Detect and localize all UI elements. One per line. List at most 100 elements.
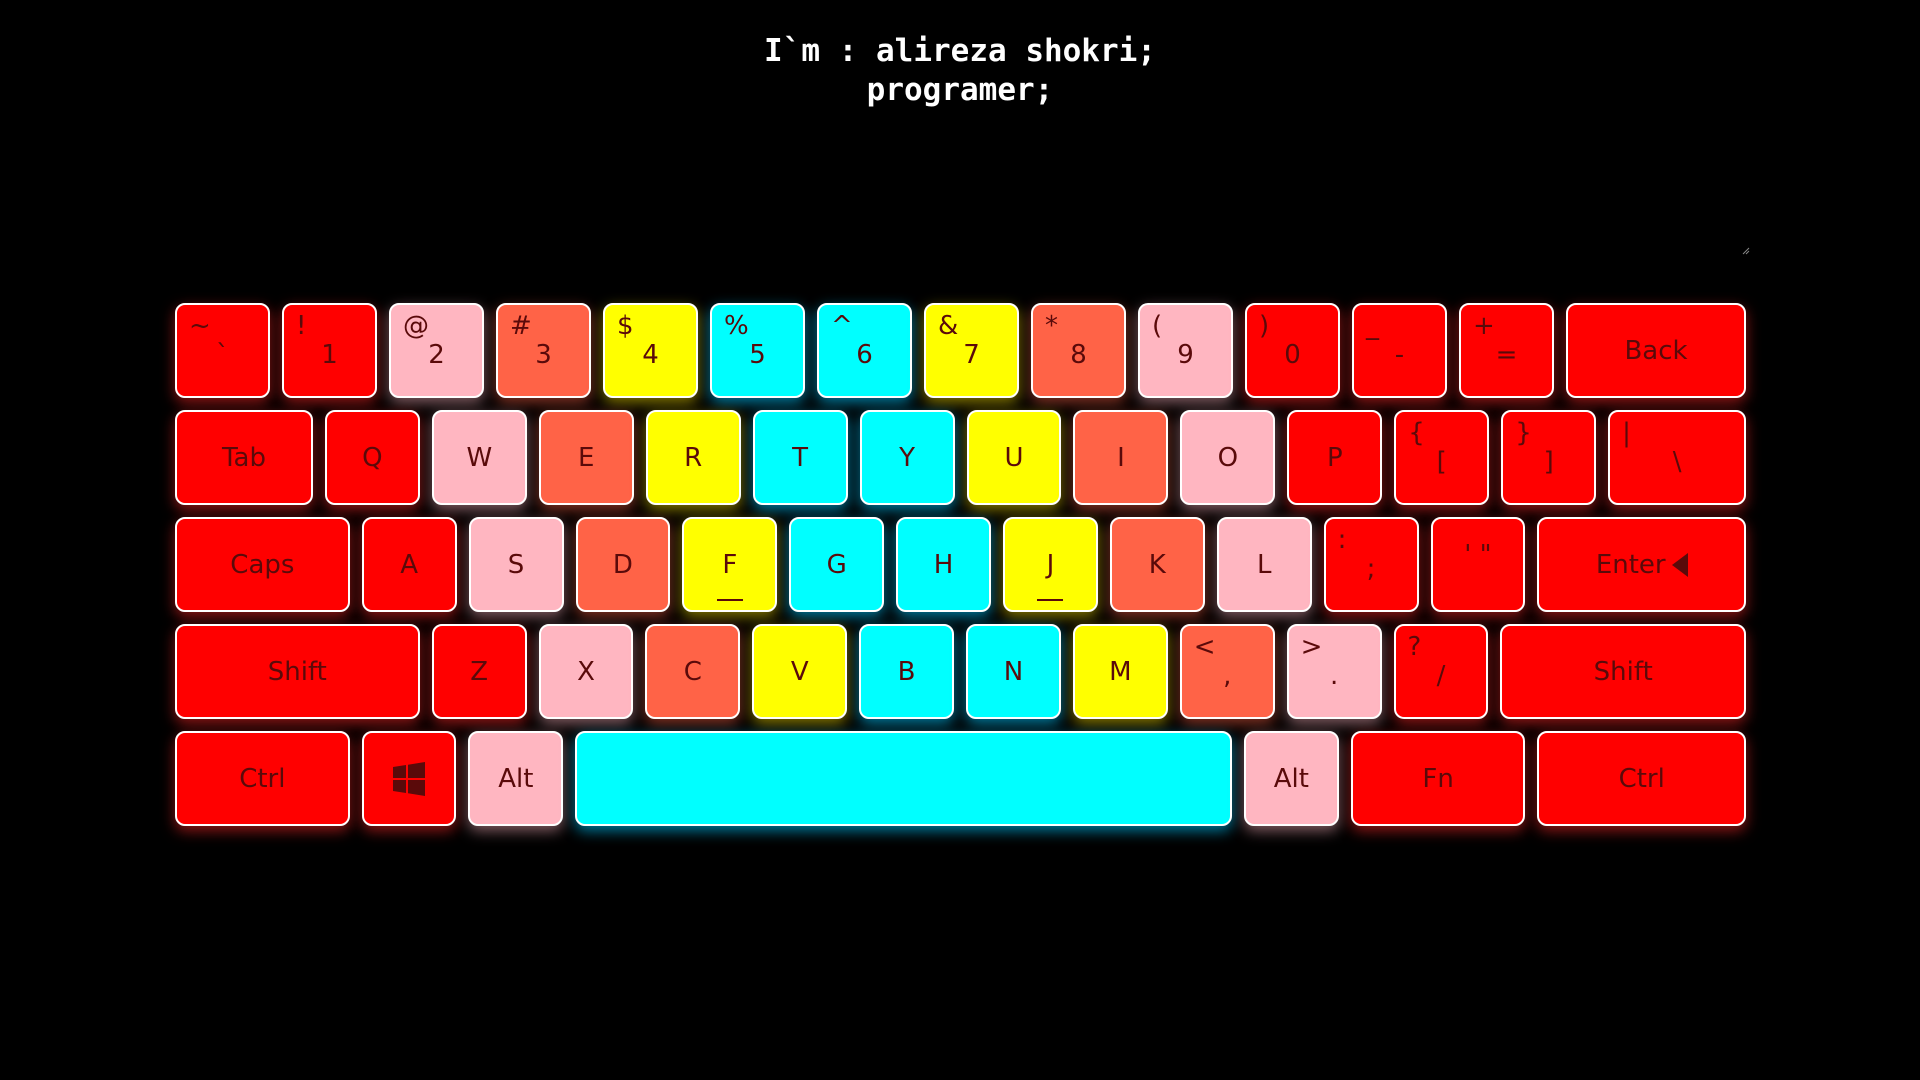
key-fn[interactable]: Fn [1350,731,1526,826]
key-7[interactable]: & 7 [924,303,1019,398]
key-2[interactable]: @ 2 [389,303,484,398]
key-d[interactable]: D [575,517,671,612]
key-o-label: O [1217,442,1239,473]
key-x[interactable]: X [538,624,634,719]
key-tab[interactable]: Tab [175,410,313,505]
key-g[interactable]: G [789,517,885,612]
key-t[interactable]: T [752,410,848,505]
key-left-shift-label: Shift [267,656,327,687]
key-f[interactable]: F [682,517,778,612]
key-backslash[interactable]: | \ [1608,410,1747,505]
key-backslash-label: \ [1672,447,1682,477]
key-comma[interactable]: < , [1179,624,1275,719]
key-y[interactable]: Y [859,410,955,505]
key-0-label: 0 [1284,340,1301,370]
key-q-label: Q [362,442,383,473]
key-j-label: J [1046,549,1055,580]
key-a-label: A [400,549,419,580]
key-b[interactable]: B [859,624,955,719]
keyboard-row-qwerty: Tab Q W E R T Y U I O P {[}] | \ [175,410,1747,505]
key-left-ctrl-label: Ctrl [239,763,286,794]
key-v[interactable]: V [752,624,848,719]
key-l[interactable]: L [1216,517,1312,612]
key-right-shift[interactable]: Shift [1500,624,1747,719]
typing-textarea[interactable] [175,150,1750,256]
key-a[interactable]: A [361,517,457,612]
key-v-label: V [790,656,809,687]
key-g-label: G [826,549,847,580]
key-backspace-label: Back [1624,335,1688,366]
key-left-alt[interactable]: Alt [468,731,564,826]
keyboard-row-home: Caps A S D F G H J K L: ; ' " Enter [175,517,1747,612]
key-tab-label: Tab [221,442,266,473]
key-k[interactable]: K [1109,517,1205,612]
keyboard-row-numbers: ~ ` ! 1 @ 2 # 3 $ 4 % 5 ^ 6 & 7 * 8 (9 … [175,303,1746,398]
key-f-label: F [722,549,738,580]
key-caps-lock[interactable]: Caps [175,517,350,612]
key-d-label: D [612,549,633,580]
key-equal[interactable]: + = [1459,303,1554,398]
key-j[interactable]: J [1003,517,1098,612]
key-backtick[interactable]: ~ ` [175,303,270,398]
key-n-label: N [1003,656,1024,687]
key-left-bracket[interactable]: { [ [1394,410,1490,505]
key-3[interactable]: # 3 [496,303,591,398]
key-b-label: B [897,656,916,687]
key-equal-label: = [1495,340,1518,370]
key-minus[interactable]: _ - [1352,303,1447,398]
key-l-label: L [1256,549,1272,580]
key-o[interactable]: O [1180,410,1276,505]
enter-arrow-icon [1671,552,1688,577]
key-enter-label: Enter [1595,549,1666,580]
key-right-bracket[interactable]: } ] [1501,410,1597,505]
key-h[interactable]: H [896,517,991,612]
key-p[interactable]: P [1287,410,1383,505]
key-space[interactable] [575,731,1232,826]
key-right-bracket-label: ] [1543,447,1554,477]
key-period[interactable]: > . [1286,624,1382,719]
key-c[interactable]: C [645,624,741,719]
key-backspace[interactable]: Back [1566,303,1746,398]
key-5[interactable]: % 5 [710,303,805,398]
key-3-label: 3 [535,340,552,370]
key-e[interactable]: E [538,410,634,505]
page: I`m : alireza shokri; programer; ~ ` ! 1… [0,0,1920,1080]
key-q[interactable]: Q [324,410,420,505]
key-right-ctrl[interactable]: Ctrl [1537,731,1746,826]
key-2-label: 2 [428,340,445,370]
key-slash[interactable]: ? / [1393,624,1489,719]
key-m-label: M [1109,656,1132,687]
key-enter[interactable]: Enter [1537,517,1747,612]
key-6-label: 6 [856,340,873,370]
key-w[interactable]: W [431,410,527,505]
key-windows[interactable] [361,731,457,826]
key-m[interactable]: M [1072,624,1168,719]
key-n[interactable]: N [966,624,1061,719]
key-t-label: T [792,442,809,473]
key-4[interactable]: $ 4 [603,303,698,398]
key-z[interactable]: Z [431,624,527,719]
key-9-label: 9 [1177,340,1194,370]
key-left-shift[interactable]: Shift [175,624,420,719]
key-h-label: H [933,549,954,580]
key-quote[interactable]: ' " [1430,517,1526,612]
key-9[interactable]: ( 9 [1138,303,1233,398]
key-i[interactable]: I [1073,410,1169,505]
key-minus-label: - [1394,340,1405,370]
key-k-label: K [1148,549,1166,580]
key-right-shift-label: Shift [1593,656,1653,687]
key-semicolon[interactable]: : ; [1323,517,1419,612]
key-left-ctrl[interactable]: Ctrl [175,731,350,826]
key-6[interactable]: ^ 6 [817,303,912,398]
key-u[interactable]: U [966,410,1062,505]
key-semicolon-label: ; [1366,554,1376,584]
key-0[interactable]: ) 0 [1245,303,1340,398]
key-1[interactable]: ! 1 [282,303,377,398]
key-right-alt[interactable]: Alt [1243,731,1339,826]
key-8[interactable]: * 8 [1031,303,1126,398]
key-7-label: 7 [963,340,980,370]
key-s[interactable]: S [468,517,564,612]
key-r[interactable]: R [645,410,741,505]
key-fn-label: Fn [1422,763,1454,794]
key-c-label: C [683,656,702,687]
